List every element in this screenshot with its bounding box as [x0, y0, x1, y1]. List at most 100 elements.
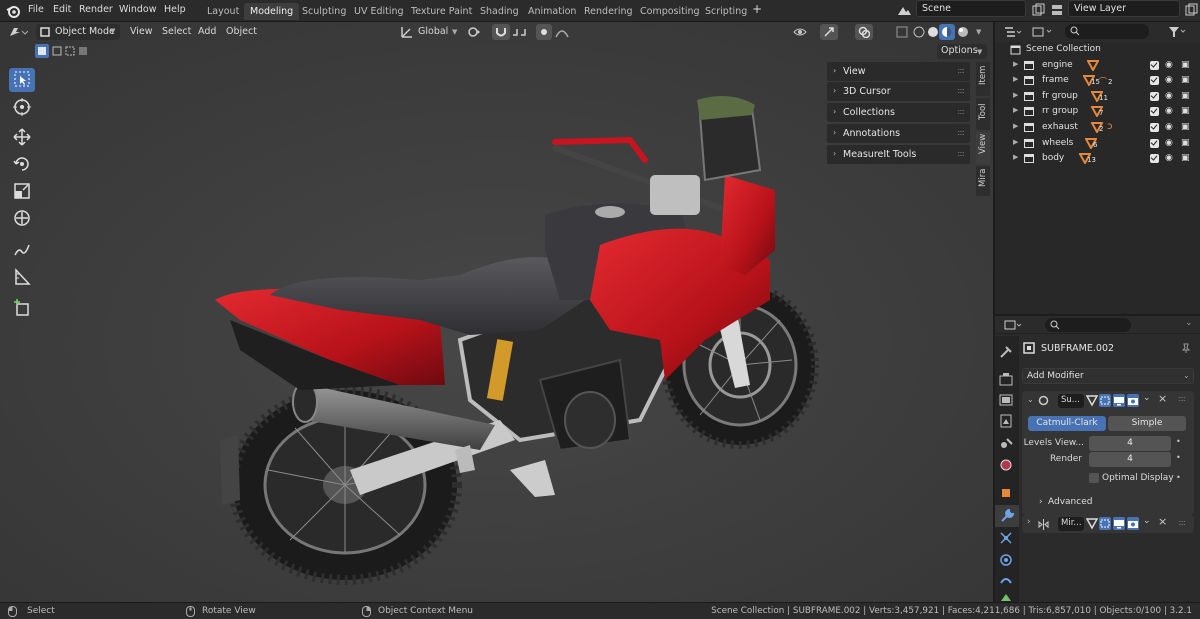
exclude-checkbox[interactable]: [1150, 154, 1159, 163]
render-toggle[interactable]: [1127, 394, 1139, 407]
chevron-right-icon[interactable]: ▶: [1013, 75, 1018, 83]
exclude-checkbox[interactable]: [1150, 107, 1159, 116]
eye-icon[interactable]: ◉: [1165, 91, 1173, 101]
close-icon[interactable]: ×: [1158, 515, 1167, 528]
constraints-icon[interactable]: [998, 573, 1014, 589]
drag-handle-icon[interactable]: ::::: [957, 107, 965, 116]
chevron-down-icon[interactable]: ⌄: [1143, 393, 1151, 403]
menu-file[interactable]: File: [28, 4, 44, 15]
drag-handle-icon[interactable]: ::::: [957, 86, 965, 95]
menu-select[interactable]: Select: [162, 26, 191, 37]
material-preview-button[interactable]: [939, 24, 955, 40]
menu-window[interactable]: Window: [119, 4, 156, 15]
chevron-right-icon[interactable]: ›: [1039, 497, 1043, 507]
eye-icon[interactable]: ◉: [1165, 75, 1173, 85]
chevron-right-icon[interactable]: ›: [1027, 517, 1031, 527]
add-workspace-button[interactable]: +: [752, 2, 762, 16]
viewport-toggle[interactable]: [1113, 394, 1125, 407]
visibility-icon[interactable]: [792, 25, 812, 39]
outliner-collection-rr-group[interactable]: ▶ rr group 7 ◉ ▣: [995, 104, 1200, 119]
scene-properties-icon[interactable]: [998, 435, 1014, 451]
tool-cursor[interactable]: [9, 95, 35, 119]
exclude-checkbox[interactable]: [1150, 123, 1159, 132]
chevron-down-icon[interactable]: ⌄: [1185, 318, 1193, 328]
cage-toggle[interactable]: [1099, 394, 1111, 407]
camera-icon[interactable]: ▣: [1181, 91, 1190, 101]
outliner-collection-wheels[interactable]: ▶ wheels 6 ◉ ▣: [995, 136, 1200, 151]
outliner-collection-fr-group[interactable]: ▶ fr group 11 ◉ ▣: [995, 89, 1200, 104]
chevron-right-icon[interactable]: ▶: [1013, 122, 1018, 130]
outliner-editor-icon[interactable]: [1003, 26, 1023, 38]
simple-button[interactable]: Simple: [1108, 416, 1186, 431]
close-icon[interactable]: ×: [1158, 392, 1167, 405]
camera-icon[interactable]: ▣: [1181, 153, 1190, 163]
levels-viewport-field[interactable]: 4: [1089, 436, 1171, 451]
viewport-toggle[interactable]: [1113, 517, 1125, 530]
scene-field[interactable]: Scene: [916, 0, 1026, 17]
drag-handle-icon[interactable]: ::::: [957, 66, 965, 75]
npanel-section-annotations[interactable]: › Annotations ::::: [827, 124, 970, 143]
tool-move[interactable]: [9, 125, 35, 149]
edit-mode-toggle-icon[interactable]: [1086, 394, 1098, 407]
tab-compositing[interactable]: Compositing: [634, 3, 706, 20]
tool-rotate[interactable]: [9, 152, 35, 176]
physics-icon[interactable]: [998, 552, 1014, 568]
render-properties-icon[interactable]: [998, 371, 1014, 387]
overlays-toggle[interactable]: [855, 24, 873, 40]
camera-icon[interactable]: ▣: [1181, 138, 1190, 148]
filter-icon[interactable]: [1167, 25, 1187, 39]
snap-target-icon[interactable]: [511, 25, 529, 39]
keyframe-dot-icon[interactable]: •: [1176, 473, 1181, 482]
mode-dropdown[interactable]: Object Mode ▼: [36, 24, 120, 40]
npanel-section-3d-cursor[interactable]: › 3D Cursor ::::: [827, 82, 970, 101]
rendered-shading-icon[interactable]: [956, 25, 970, 39]
menu-edit[interactable]: Edit: [53, 4, 71, 15]
drag-handle-icon[interactable]: ::::: [957, 149, 965, 158]
advanced-subpanel-label[interactable]: Advanced: [1048, 497, 1092, 507]
chevron-right-icon[interactable]: ▶: [1013, 91, 1018, 99]
falloff-icon[interactable]: [554, 25, 570, 39]
transform-orientation-icon[interactable]: [400, 25, 414, 39]
display-mode-icon[interactable]: [1031, 25, 1053, 39]
add-modifier-dropdown[interactable]: Add Modifier ⌄: [1022, 368, 1194, 384]
exclude-checkbox[interactable]: [1150, 61, 1159, 70]
select-invert-icon[interactable]: [78, 46, 88, 56]
orientation-label[interactable]: Global: [418, 26, 448, 37]
npanel-tab-mira[interactable]: Mira: [976, 166, 990, 196]
drag-handle-icon[interactable]: ::::: [1178, 394, 1186, 403]
camera-icon[interactable]: ▣: [1181, 122, 1190, 132]
menu-render[interactable]: Render: [79, 4, 113, 15]
gizmo-toggle[interactable]: [820, 24, 838, 40]
chevron-down-icon[interactable]: ⌄: [1027, 395, 1034, 404]
data-properties-icon[interactable]: [998, 593, 1014, 602]
snap-toggle[interactable]: [492, 24, 510, 40]
pivot-point-icon[interactable]: [467, 25, 481, 39]
outliner-scene-collection[interactable]: Scene Collection: [995, 42, 1200, 57]
object-properties-icon[interactable]: [998, 485, 1014, 501]
menu-object[interactable]: Object: [226, 26, 257, 37]
npanel-section-collections[interactable]: › Collections ::::: [827, 103, 970, 122]
exclude-checkbox[interactable]: [1150, 76, 1159, 85]
keyframe-dot-icon[interactable]: •: [1176, 453, 1181, 462]
tab-texture-paint[interactable]: Texture Paint: [405, 3, 478, 20]
solid-shading-icon[interactable]: [926, 25, 940, 39]
eye-icon[interactable]: ◉: [1165, 60, 1173, 70]
keyframe-dot-icon[interactable]: •: [1176, 437, 1181, 446]
outliner-collection-engine[interactable]: ▶ engine ◉ ▣: [995, 58, 1200, 73]
output-properties-icon[interactable]: [998, 392, 1014, 408]
drag-handle-icon[interactable]: ::::: [1178, 518, 1186, 527]
camera-icon[interactable]: ▣: [1181, 75, 1190, 85]
chevron-right-icon[interactable]: ▶: [1013, 153, 1018, 161]
proportional-edit-toggle[interactable]: [536, 24, 552, 40]
modifier-tab-active[interactable]: [995, 505, 1019, 527]
npanel-section-view[interactable]: › View ::::: [827, 62, 970, 81]
outliner-collection-body[interactable]: ▶ body 13 ◉ ▣: [995, 151, 1200, 166]
menu-add[interactable]: Add: [198, 26, 216, 37]
tab-modeling[interactable]: Modeling: [244, 3, 300, 20]
render-toggle[interactable]: [1127, 517, 1139, 530]
copy-view-layer-icon[interactable]: [1184, 3, 1198, 17]
wireframe-shading-icon[interactable]: [912, 25, 926, 39]
tool-add-cube[interactable]: [9, 296, 35, 320]
pin-icon[interactable]: [1180, 342, 1192, 354]
render-levels-field[interactable]: 4: [1089, 452, 1171, 467]
